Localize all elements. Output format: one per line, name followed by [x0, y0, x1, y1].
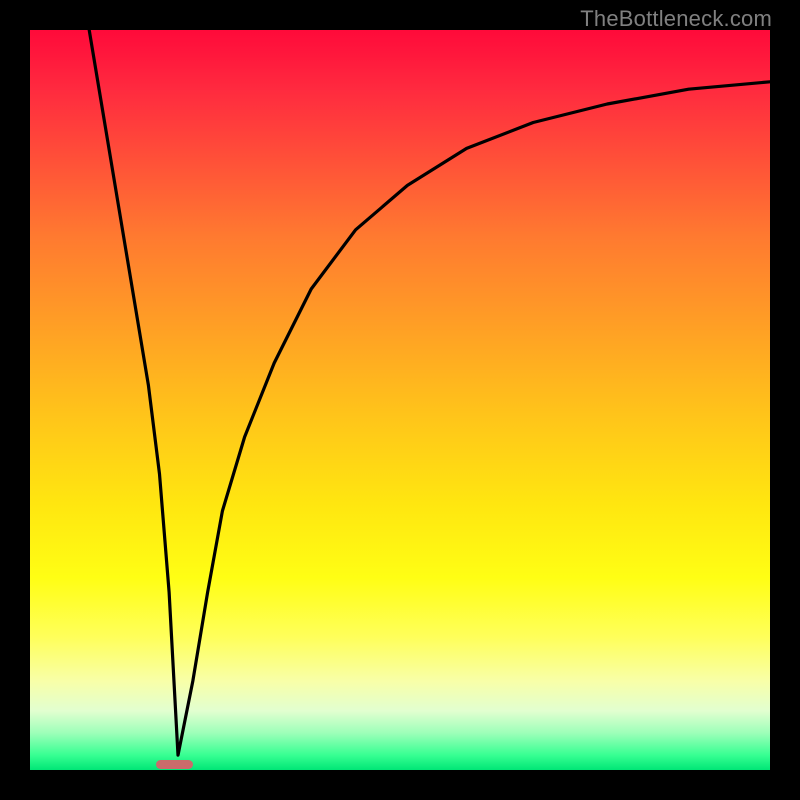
plot-area	[30, 30, 770, 770]
watermark-text: TheBottleneck.com	[580, 6, 772, 32]
bottleneck-marker	[156, 760, 193, 769]
curve-svg	[30, 30, 770, 770]
bottleneck-curve	[89, 30, 770, 755]
